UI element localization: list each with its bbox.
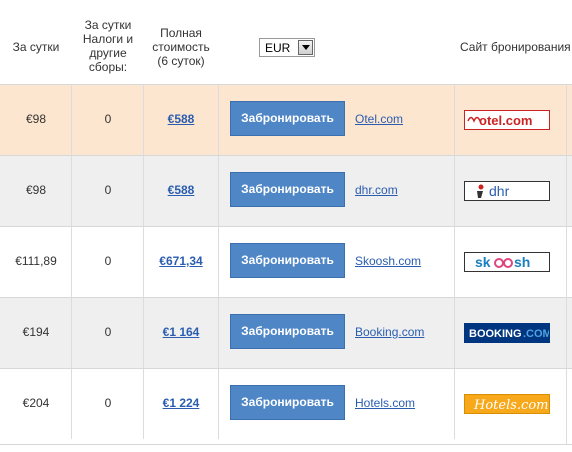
price-per-day: €98 [25, 112, 47, 126]
tax-value: 0 [104, 112, 112, 126]
currency-value: EUR [265, 41, 291, 55]
header-per-day: За сутки [12, 40, 60, 54]
header-taxes-line: сборы: [88, 60, 128, 74]
table-row: €98 0 €588 Забронировать dhr.com dhr [0, 155, 572, 226]
price-per-day: €204 [22, 396, 50, 410]
hotels-logo[interactable]: Hotels.com [464, 394, 550, 414]
column-divider [566, 84, 567, 444]
table-row: €194 0 €1 164 Забронировать Booking.com … [0, 297, 572, 368]
svg-text:dhr: dhr [489, 183, 510, 199]
tax-value: 0 [104, 183, 112, 197]
dhr-logo[interactable]: dhr [464, 181, 550, 201]
total-price-link[interactable]: €588 [144, 183, 218, 197]
table-header: За сутки За сутки Налоги и другие сборы:… [0, 0, 572, 84]
tax-value: 0 [104, 396, 112, 410]
skoosh-logo[interactable]: sk sh [464, 252, 550, 272]
booking-site-link[interactable]: Hotels.com [355, 396, 415, 410]
tax-value: 0 [104, 325, 112, 339]
header-taxes: За сутки Налоги и другие сборы: [72, 18, 144, 74]
currency-select[interactable]: EUR [259, 38, 315, 57]
book-button[interactable]: Забронировать [230, 101, 345, 136]
book-button[interactable]: Забронировать [230, 385, 345, 420]
svg-text:sh: sh [514, 254, 530, 270]
svg-text:.COM: .COM [523, 328, 549, 340]
header-total: Полная стоимость (6 суток) [144, 26, 218, 68]
price-comparison-table: За сутки За сутки Налоги и другие сборы:… [0, 0, 572, 452]
booking-site-link[interactable]: dhr.com [355, 183, 398, 197]
header-total-line: стоимость [152, 40, 210, 54]
book-button[interactable]: Забронировать [230, 314, 345, 349]
header-taxes-line: За сутки [84, 18, 132, 32]
total-price-link[interactable]: €588 [144, 112, 218, 126]
total-price-link[interactable]: €671,34 [144, 254, 218, 268]
table-bottom-border [0, 444, 572, 445]
header-total-line: Полная [160, 26, 202, 40]
booking-site-link[interactable]: Booking.com [355, 325, 424, 339]
booking-logo[interactable]: BOOKING .COM [464, 323, 550, 343]
booking-site-link[interactable]: Otel.com [355, 112, 403, 126]
chevron-down-icon[interactable] [298, 40, 313, 55]
table-row: €204 0 €1 224 Забронировать Hotels.com H… [0, 368, 572, 439]
book-button[interactable]: Забронировать [230, 243, 345, 278]
header-total-line: (6 суток) [157, 54, 205, 68]
otel-logo[interactable]: otel.com [464, 110, 550, 130]
book-button[interactable]: Забронировать [230, 172, 345, 207]
header-booking-site: Сайт бронирования [460, 40, 571, 54]
booking-site-link[interactable]: Skoosh.com [355, 254, 421, 268]
table-row: €111,89 0 €671,34 Забронировать Skoosh.c… [0, 226, 572, 297]
svg-text:Hotels.com: Hotels.com [473, 398, 548, 413]
table-row: €98 0 €588 Забронировать Otel.com otel.c… [0, 84, 572, 155]
svg-text:BOOKING: BOOKING [469, 328, 522, 340]
svg-text:sk: sk [475, 254, 491, 270]
total-price-link[interactable]: €1 224 [144, 396, 218, 410]
price-per-day: €111,89 [15, 254, 57, 268]
svg-text:otel.com: otel.com [479, 113, 532, 128]
header-taxes-line: другие [89, 46, 127, 60]
tax-value: 0 [104, 254, 112, 268]
header-taxes-line: Налоги и [82, 32, 134, 46]
price-per-day: €98 [25, 183, 47, 197]
price-per-day: €194 [22, 325, 50, 339]
total-price-link[interactable]: €1 164 [144, 325, 218, 339]
